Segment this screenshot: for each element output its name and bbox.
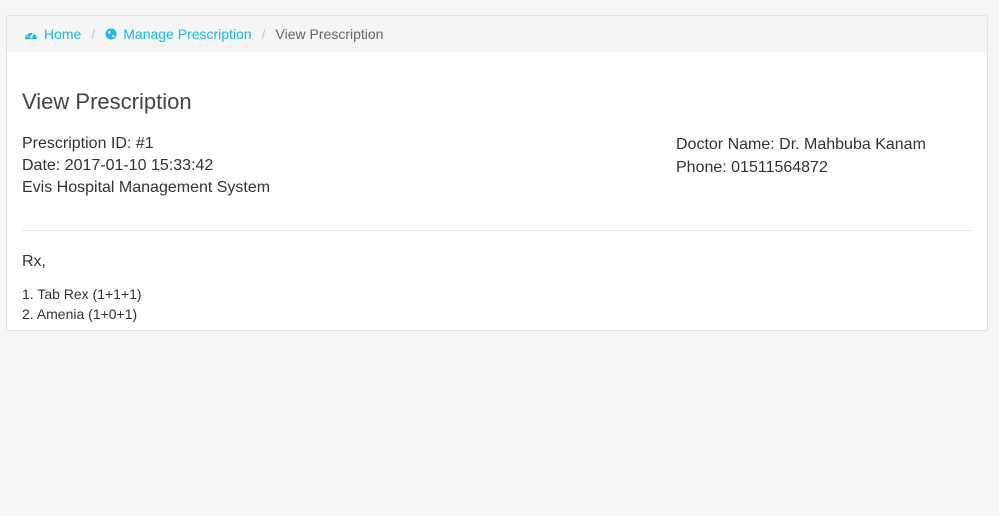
list-item: 1. Tab Rex (1+1+1): [22, 286, 142, 302]
prescription-details: Prescription ID: #1 Date: 2017-01-10 15:…: [22, 133, 662, 199]
breadcrumb-manage-prescription-link[interactable]: Manage Prescription: [105, 26, 252, 42]
breadcrumb-home-link[interactable]: Home: [24, 26, 81, 42]
organization-name: Evis Hospital Management System: [22, 179, 271, 196]
breadcrumb: Home / Manage Prescription / View Prescr…: [7, 16, 987, 52]
prescription-panel: Home / Manage Prescription / View Prescr…: [6, 15, 988, 331]
dashboard-icon: [25, 31, 37, 39]
doctor-name: Doctor Name: Dr. Mahbuba Kanam: [676, 136, 926, 153]
breadcrumb-separator: /: [261, 26, 266, 42]
list-item: 2. Amenia (1+0+1): [22, 306, 138, 322]
globe-icon: [105, 28, 117, 40]
breadcrumb-home-label: Home: [44, 26, 82, 42]
page-title: View Prescription: [22, 89, 192, 114]
breadcrumb-separator: /: [91, 26, 96, 42]
doctor-details: Doctor Name: Dr. Mahbuba Kanam Phone: 01…: [676, 133, 972, 199]
prescription-id: Prescription ID: #1: [22, 135, 154, 152]
breadcrumb-current: View Prescription: [275, 26, 384, 42]
prescription-content: View Prescription Prescription ID: #1 Da…: [7, 89, 987, 324]
prescription-info: Prescription ID: #1 Date: 2017-01-10 15:…: [22, 133, 972, 199]
doctor-phone: Phone: 01511564872: [676, 159, 828, 176]
breadcrumb-manage-label: Manage Prescription: [123, 26, 252, 42]
medication-list: 1. Tab Rex (1+1+1) 2. Amenia (1+0+1): [22, 284, 972, 324]
rx-label: Rx,: [22, 253, 46, 270]
divider: [22, 230, 972, 231]
prescription-date: Date: 2017-01-10 15:33:42: [22, 157, 214, 174]
